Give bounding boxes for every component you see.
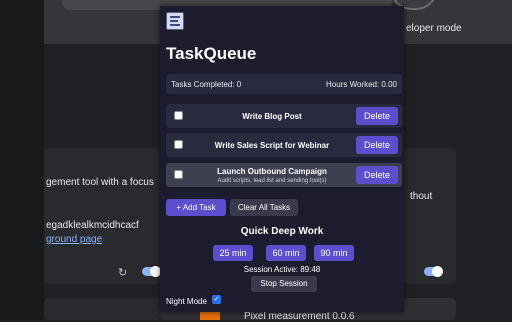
task-subtitle: Audit scripts, lead list and sending too… — [217, 178, 327, 184]
extension-card — [404, 148, 456, 284]
reload-icon[interactable]: ↻ — [118, 266, 127, 279]
task-item: Launch Outbound Campaign Audit scripts, … — [166, 163, 402, 187]
extension-card — [44, 148, 162, 284]
taskqueue-logo-icon — [166, 12, 184, 30]
add-task-button[interactable]: + Add Task — [166, 199, 226, 216]
task-checkbox[interactable] — [174, 111, 183, 120]
extension-enable-toggle[interactable] — [424, 266, 443, 277]
taskqueue-popup: TaskQueue Tasks Completed: 0 Hours Worke… — [160, 6, 404, 312]
stop-session-button[interactable]: Stop Session — [251, 276, 317, 292]
developer-mode-label: eloper mode — [406, 23, 462, 34]
duration-90-button[interactable]: 90 min — [314, 245, 354, 261]
delete-task-button[interactable]: Delete — [356, 136, 398, 154]
extension-card — [44, 298, 162, 320]
extension-name: Pixel measurement 0.0.6 — [244, 311, 355, 322]
tasks-completed: Tasks Completed: 0 — [171, 80, 242, 89]
task-item: Write Blog Post Delete — [166, 104, 402, 128]
extension-id: egadklealkmcidhcacf — [46, 220, 139, 231]
extension-description: gement tool with a focus — [46, 177, 154, 188]
task-checkbox[interactable] — [174, 140, 183, 149]
app-title: TaskQueue — [166, 44, 257, 63]
delete-task-button[interactable]: Delete — [356, 166, 398, 184]
stats-bar: Tasks Completed: 0 Hours Worked: 0.00 — [166, 74, 402, 94]
duration-25-button[interactable]: 25 min — [213, 245, 253, 261]
page-left-margin — [0, 0, 44, 320]
task-title: Launch Outbound Campaign — [217, 167, 327, 176]
task-title: Write Sales Script for Webinar — [214, 141, 330, 150]
task-checkbox[interactable] — [174, 170, 183, 179]
background-page-link[interactable]: ground page — [46, 234, 102, 245]
clear-all-tasks-button[interactable]: Clear All Tasks — [230, 199, 298, 216]
extension-enable-toggle[interactable] — [142, 266, 161, 277]
delete-task-button[interactable]: Delete — [356, 107, 398, 125]
night-mode-checkbox[interactable]: ✓ — [212, 295, 221, 304]
session-status: Session Active: 89:48 — [243, 265, 321, 274]
deep-work-heading: Quick Deep Work — [240, 226, 324, 237]
duration-60-button[interactable]: 60 min — [266, 245, 306, 261]
hours-worked: Hours Worked: 0.00 — [326, 80, 397, 89]
extension-description: thout — [410, 191, 433, 202]
task-item: Write Sales Script for Webinar Delete — [166, 133, 402, 157]
task-title: Write Blog Post — [242, 112, 302, 121]
night-mode-label: Night Mode — [166, 297, 207, 306]
